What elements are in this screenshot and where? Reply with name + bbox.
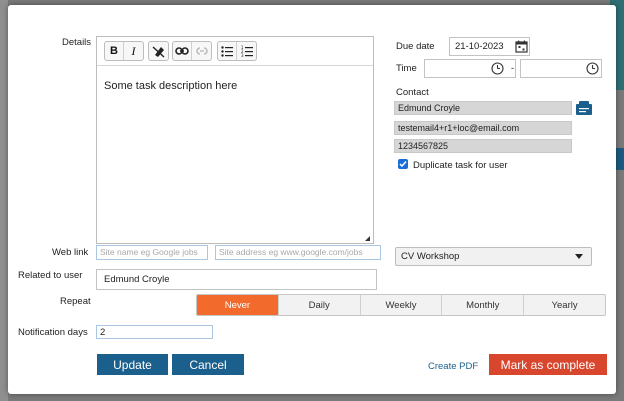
clock-icon-start[interactable] [489,60,505,77]
italic-button[interactable]: I [124,42,143,60]
cancel-button[interactable]: Cancel [172,354,244,375]
numbered-list-icon[interactable]: 123 [237,42,256,60]
details-editor[interactable]: B I 123 Some task description here [96,36,374,244]
update-button[interactable]: Update [97,354,168,375]
clear-format-icon[interactable] [149,42,168,60]
repeat-option-daily[interactable]: Daily [279,295,361,315]
clear-format-group [148,41,169,61]
chevron-down-icon [575,254,583,259]
format-group: B I [104,41,144,61]
resize-handle-icon[interactable] [365,236,370,241]
notification-days-label: Notification days [18,327,88,338]
mark-complete-button[interactable]: Mark as complete [489,354,607,375]
contact-phone-field: 1234567825 [394,139,572,153]
due-date-label: Due date [396,41,435,52]
repeat-option-monthly[interactable]: Monthly [442,295,525,315]
site-name-input[interactable]: Site name eg Google jobs [96,245,208,260]
bullet-list-icon[interactable] [218,42,237,60]
workshop-select[interactable]: CV Workshop [395,247,592,266]
contact-label: Contact [396,87,429,98]
details-label: Details [62,37,92,48]
duplicate-task-label: Duplicate task for user [413,160,508,171]
create-pdf-link[interactable]: Create PDF [428,361,478,372]
related-user-input[interactable]: Edmund Croyle [96,269,377,290]
related-user-label: Related to user [18,270,83,281]
editor-toolbar: B I 123 [97,37,373,66]
calendar-icon[interactable] [513,38,529,55]
notification-days-input[interactable]: 2 [96,325,213,339]
bold-button[interactable]: B [105,42,124,60]
repeat-label: Repeat [60,296,91,307]
contact-name-field: Edmund Croyle [394,101,572,115]
web-link-label: Web link [52,247,89,258]
link-group [172,41,212,61]
contact-card-icon[interactable] [576,100,592,117]
task-modal: Details B I 1 2 3 Some task description … [8,5,616,394]
repeat-option-weekly[interactable]: Weekly [361,295,443,315]
contact-email-field: testemail4+r1+loc@email.com [394,121,572,135]
repeat-option-never[interactable]: Never [197,295,279,315]
repeat-segmented-control: Never Daily Weekly Monthly Yearly [196,294,606,316]
workshop-select-value: CV Workshop [401,251,460,262]
time-separator: - [511,63,515,74]
svg-text:3: 3 [241,53,244,57]
details-text[interactable]: Some task description here [104,80,237,92]
site-address-input[interactable]: Site address eg www.google.com/jobs [215,245,381,260]
list-group: 123 [217,41,257,61]
duplicate-task-checkbox[interactable] [398,159,408,169]
repeat-option-yearly[interactable]: Yearly [524,295,605,315]
unlink-icon[interactable] [192,42,211,60]
clock-icon-end[interactable] [584,60,600,77]
due-date-value: 21-10-2023 [455,41,504,52]
backdrop-sidebar [0,0,8,401]
link-icon[interactable] [173,42,192,60]
time-label: Time [396,63,417,74]
